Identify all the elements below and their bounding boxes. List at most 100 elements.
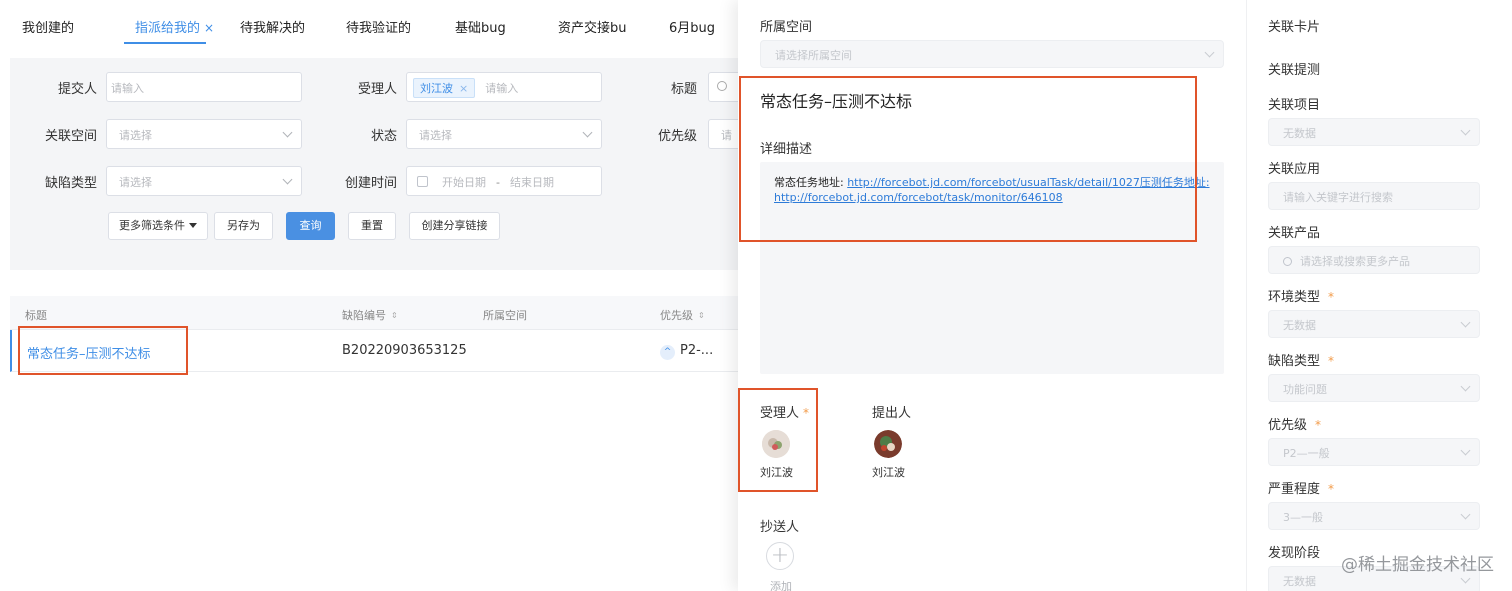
linked-project-label: 关联项目 (1268, 98, 1321, 113)
assignee-field-label-text: 受理人 (760, 406, 800, 421)
bug-list-page: 我创建的 指派给我的 × 待我解决的 待我验证的 基础bug 资产交接bu 6月b… (0, 0, 748, 591)
linked-card-label[interactable]: 关联卡片 (1268, 16, 1320, 35)
reset-button[interactable]: 重置 (348, 212, 396, 240)
watermark: @稀土掘金技术社区 (1341, 555, 1494, 575)
discovery-stage-value: 无数据 (1283, 575, 1316, 588)
task-detail-link[interactable]: http://forcebot.jd.com/forcebot/usualTas… (847, 176, 1209, 189)
created-time-label: 创建时间 (344, 176, 397, 191)
tab-june-bug[interactable]: 6月bug (669, 17, 715, 36)
defect-type-field-label-text: 缺陷类型 (1268, 354, 1321, 369)
end-date-placeholder[interactable]: 结束日期 (510, 176, 554, 189)
tab-to-verify[interactable]: 待我验证的 (346, 17, 411, 36)
submitter-label: 提交人 (57, 82, 97, 97)
linked-product-label: 关联产品 (1268, 226, 1321, 241)
defect-type-select[interactable]: 请选择 (106, 166, 302, 196)
reporter-field-label: 提出人 (872, 406, 912, 421)
tab-my-created[interactable]: 我创建的 (22, 17, 74, 36)
assignee-input[interactable]: 刘江波 × 请输入 (406, 72, 602, 102)
chevron-down-icon (1460, 381, 1471, 392)
env-type-value: 无数据 (1283, 319, 1316, 332)
task-monitor-link[interactable]: http://forcebot.jd.com/forcebot/task/mon… (774, 191, 1063, 204)
col-defect-id[interactable]: 缺陷编号 ⇕ (342, 307, 398, 323)
status-select[interactable]: 请选择 (406, 119, 602, 149)
required-mark: * (1315, 418, 1322, 432)
priority-label: 优先级 (657, 129, 697, 144)
space-field-placeholder: 请选择所属空间 (775, 49, 852, 62)
chevron-down-icon (1204, 47, 1215, 58)
row-priority-value: P2-... (680, 343, 714, 358)
space-field-label: 所属空间 (760, 20, 813, 35)
linked-app-label: 关联应用 (1268, 162, 1321, 177)
query-button[interactable]: 查询 (286, 212, 335, 240)
severity-field-select[interactable]: 3—一般 (1268, 502, 1480, 530)
space-select[interactable]: 请选择 (106, 119, 302, 149)
row-title-link[interactable]: 常态任务–压测不达标 (27, 343, 151, 362)
assignee-tag-label: 刘江波 (420, 82, 453, 95)
chevron-down-icon (282, 174, 293, 185)
row-defect-id: B20220903653125 (342, 343, 467, 358)
bug-title[interactable]: 常态任务–压测不达标 (760, 88, 912, 112)
discovery-stage-label: 发现阶段 (1268, 546, 1321, 561)
row-priority: ^ P2-... (660, 343, 713, 360)
priority-field-label-text: 优先级 (1268, 418, 1308, 433)
col-priority[interactable]: 优先级 ⇕ (660, 307, 705, 323)
add-cc-button[interactable]: + (766, 542, 794, 570)
defect-type-field-select[interactable]: 功能问题 (1268, 374, 1480, 402)
severity-field-value: 3—一般 (1283, 511, 1323, 524)
priority-field-select[interactable]: P2—一般 (1268, 438, 1480, 466)
submitter-input[interactable]: 请输入 (106, 72, 302, 102)
status-placeholder: 请选择 (419, 129, 452, 142)
space-field-select[interactable]: 请选择所属空间 (760, 40, 1224, 68)
title-label: 标题 (670, 82, 697, 97)
chevron-down-icon (1460, 445, 1471, 456)
created-time-range[interactable]: 开始日期 - 结束日期 (406, 166, 602, 196)
close-icon[interactable]: × (204, 21, 214, 35)
col-priority-label: 优先级 (660, 309, 693, 322)
share-link-button[interactable]: 创建分享链接 (409, 212, 500, 240)
assignee-avatar[interactable] (762, 430, 790, 458)
description-label: 详细描述 (760, 142, 813, 157)
search-icon (1283, 257, 1292, 266)
more-filters-button[interactable]: 更多筛选条件 (108, 212, 208, 240)
linked-product-placeholder: 请选择或搜索更多产品 (1300, 255, 1410, 268)
defect-type-placeholder: 请选择 (119, 176, 152, 189)
space-label: 关联空间 (44, 129, 97, 144)
severity-field-label: 严重程度 * (1268, 478, 1334, 497)
assignee-placeholder: 请输入 (485, 82, 519, 95)
tab-basic-bug[interactable]: 基础bug (455, 17, 506, 36)
env-type-label-text: 环境类型 (1268, 290, 1321, 305)
more-filters-label: 更多筛选条件 (119, 219, 185, 232)
reporter-name: 刘江波 (872, 466, 905, 479)
assignee-name: 刘江波 (760, 466, 793, 479)
chevron-down-icon (1460, 125, 1471, 136)
chevron-down-icon (282, 127, 293, 138)
tab-asset-handover[interactable]: 资产交接bu (558, 17, 627, 36)
linked-product-input[interactable]: 请选择或搜索更多产品 (1268, 246, 1480, 274)
tab-assigned-to-me[interactable]: 指派给我的 × (135, 17, 214, 36)
close-icon[interactable]: × (459, 82, 468, 95)
table-row[interactable]: 常态任务–压测不达标 B20220903653125 ^ P2-... (10, 330, 740, 372)
linked-project-value: 无数据 (1283, 127, 1316, 140)
space-placeholder: 请选择 (119, 129, 152, 142)
chevron-down-icon (582, 127, 593, 138)
sort-icon[interactable]: ⇕ (391, 311, 398, 320)
linked-test-label[interactable]: 关联提测 (1268, 59, 1320, 78)
reporter-avatar[interactable] (874, 430, 902, 458)
chevron-down-icon (1460, 573, 1471, 584)
active-tab-indicator (124, 42, 206, 44)
assignee-tag: 刘江波 × (413, 78, 476, 98)
sort-icon[interactable]: ⇕ (698, 311, 705, 320)
linked-app-input[interactable]: 请输入关键字进行搜索 (1268, 182, 1480, 210)
env-type-select[interactable]: 无数据 (1268, 310, 1480, 338)
col-defect-id-label: 缺陷编号 (342, 309, 386, 322)
assignee-field-label: 受理人 * (760, 402, 809, 421)
defect-type-field-label: 缺陷类型 * (1268, 350, 1334, 369)
submitter-placeholder: 请输入 (111, 82, 144, 95)
tab-to-resolve[interactable]: 待我解决的 (240, 17, 305, 36)
start-date-placeholder[interactable]: 开始日期 (442, 176, 486, 189)
save-as-button[interactable]: 另存为 (214, 212, 273, 240)
linked-app-placeholder: 请输入关键字进行搜索 (1283, 191, 1393, 204)
linked-project-select[interactable]: 无数据 (1268, 118, 1480, 146)
calendar-icon (417, 176, 428, 187)
description-editor[interactable]: 常态任务地址: http://forcebot.jd.com/forcebot/… (760, 162, 1224, 374)
